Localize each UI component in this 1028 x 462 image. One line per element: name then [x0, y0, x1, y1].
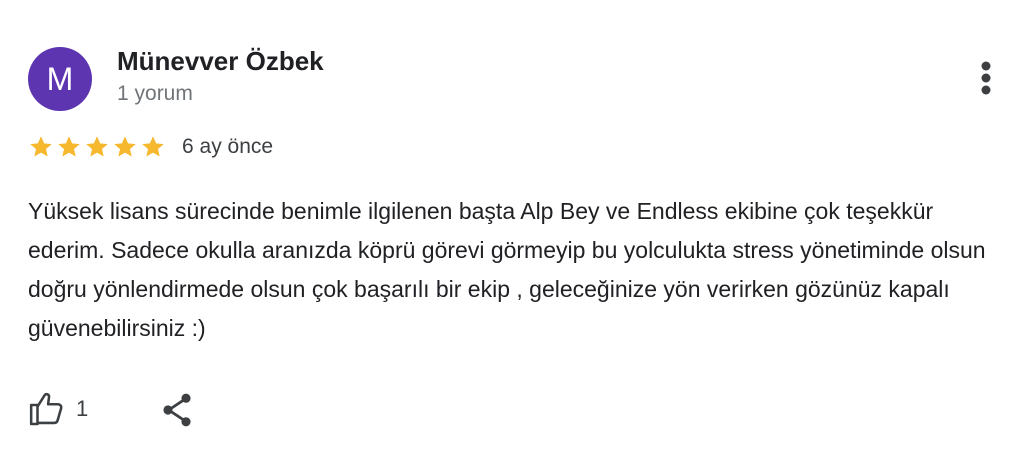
share-button[interactable] [158, 390, 196, 430]
more-options-button[interactable] [970, 56, 1002, 100]
avatar[interactable]: M [28, 47, 92, 111]
avatar-initial: M [46, 60, 74, 97]
review-text: Yüksek lisans sürecinde benimle ilgilene… [28, 198, 986, 341]
star-icon [140, 134, 166, 160]
more-vert-icon [981, 61, 991, 95]
review-timestamp: 6 ay önce [182, 135, 274, 158]
thumbs-up-icon [29, 392, 63, 426]
like-button[interactable]: 1 [28, 390, 88, 428]
star-icon [56, 134, 82, 160]
share-icon [163, 393, 191, 427]
star-icon [28, 134, 54, 160]
star-icon [84, 134, 110, 160]
star-rating [28, 134, 166, 160]
author-name[interactable]: Münevver Özbek [117, 46, 324, 77]
like-count: 1 [76, 396, 89, 421]
rating-row: 6 ay önce [28, 134, 273, 160]
review-count[interactable]: 1 yorum [117, 82, 193, 106]
star-icon [112, 134, 138, 160]
